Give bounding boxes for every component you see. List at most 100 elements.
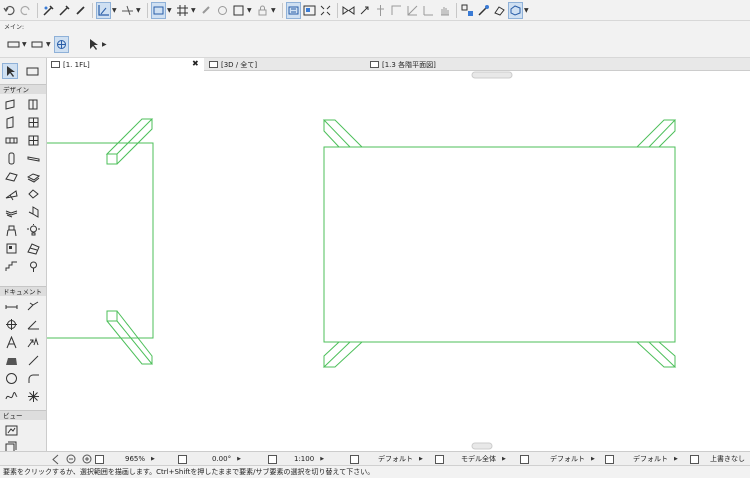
slab-icon[interactable] bbox=[30, 36, 45, 53]
pan-icon[interactable] bbox=[54, 35, 69, 53]
level-dimension-tool-icon[interactable] bbox=[25, 298, 41, 314]
chevron-down-icon[interactable]: ▼ bbox=[22, 41, 27, 48]
chevron-down-icon[interactable]: ▼ bbox=[112, 7, 117, 14]
roof-tool-icon[interactable] bbox=[3, 168, 19, 184]
dimension-tool-icon[interactable] bbox=[3, 298, 19, 314]
layer-settings-icon[interactable] bbox=[231, 2, 246, 19]
spline-tool-icon[interactable] bbox=[3, 388, 19, 404]
pen-set-control[interactable]: デフォルト ▶ bbox=[520, 452, 595, 466]
drawing-canvas[interactable] bbox=[47, 71, 750, 451]
drawing-window-icon[interactable] bbox=[302, 2, 317, 19]
chevron-down-icon[interactable]: ▼ bbox=[271, 7, 276, 14]
mirror-icon[interactable] bbox=[341, 2, 356, 19]
section-view[interactable]: ビュー bbox=[0, 410, 46, 420]
circle-tool-icon[interactable] bbox=[3, 370, 19, 386]
arrow-icon[interactable] bbox=[86, 36, 101, 53]
curtain-wall-tool-icon[interactable] bbox=[25, 114, 41, 130]
panel-tool-icon[interactable] bbox=[25, 132, 41, 148]
section-document[interactable]: ドキュメント bbox=[0, 286, 46, 296]
window-tool-icon[interactable] bbox=[3, 114, 19, 130]
chevron-down-icon[interactable]: ▼ bbox=[524, 7, 529, 14]
redo-icon[interactable] bbox=[18, 2, 33, 19]
suspend-groups-icon[interactable] bbox=[286, 1, 301, 19]
rotate-icon[interactable] bbox=[357, 2, 372, 19]
eyedropper-icon[interactable] bbox=[73, 2, 88, 19]
align-icon[interactable] bbox=[373, 2, 388, 19]
scroll-handle-bottom[interactable] bbox=[471, 442, 493, 450]
chevron-down-icon[interactable]: ▼ bbox=[167, 7, 172, 14]
split-icon[interactable] bbox=[460, 2, 475, 19]
zoom-icon bbox=[95, 454, 104, 464]
arrow-tool-icon[interactable] bbox=[2, 63, 18, 79]
object-tool-icon[interactable] bbox=[3, 222, 19, 238]
morph-tool-icon[interactable] bbox=[25, 186, 41, 202]
tab-floor-plan[interactable]: [1. 1FL] bbox=[47, 58, 204, 71]
fit-window-icon[interactable] bbox=[318, 2, 333, 19]
surface-painter-icon[interactable] bbox=[492, 2, 507, 19]
pick-up-parameters-icon[interactable] bbox=[41, 2, 56, 19]
undo-icon[interactable] bbox=[2, 2, 17, 19]
pen-icon bbox=[520, 454, 529, 464]
column-tool-icon[interactable] bbox=[3, 150, 19, 166]
slab-tool-icon[interactable] bbox=[25, 150, 41, 166]
marquee-tool-icon[interactable] bbox=[24, 63, 40, 79]
zone-tool-icon[interactable] bbox=[3, 240, 19, 256]
dimension-control[interactable]: デフォルト ▶ bbox=[605, 452, 678, 466]
mesh-tool-icon[interactable] bbox=[25, 240, 41, 256]
lamp-tool-icon[interactable] bbox=[25, 222, 41, 238]
adjust-icon[interactable] bbox=[421, 2, 436, 19]
close-icon[interactable]: ✖ bbox=[192, 59, 199, 68]
left-top-leg bbox=[105, 118, 154, 165]
chevron-down-icon[interactable]: ▼ bbox=[136, 7, 141, 14]
3d-view-icon[interactable] bbox=[508, 1, 523, 19]
door-tool-icon[interactable] bbox=[25, 96, 41, 112]
stair-run-tool-icon[interactable] bbox=[3, 258, 19, 274]
scale-icon bbox=[268, 454, 277, 464]
layer-combination-control[interactable]: デフォルト ▶ bbox=[350, 452, 423, 466]
gravity-icon[interactable] bbox=[151, 1, 166, 19]
trace-icon[interactable] bbox=[215, 2, 230, 19]
skylight-tool-icon[interactable] bbox=[3, 186, 19, 202]
inject-parameters-icon[interactable] bbox=[57, 2, 72, 19]
scale-control[interactable]: 1:100 ▶ bbox=[268, 452, 324, 466]
beam-tool-icon[interactable] bbox=[3, 132, 19, 148]
label-tool-icon[interactable] bbox=[25, 334, 41, 350]
snap-guides-icon[interactable] bbox=[120, 2, 135, 19]
guide-lines-icon[interactable] bbox=[96, 1, 111, 19]
tab-3d[interactable]: [3D / 全て] bbox=[205, 58, 365, 71]
tab-layout[interactable]: [1.3 各階平面図] bbox=[366, 58, 506, 71]
section-design[interactable]: デザイン bbox=[0, 84, 46, 94]
trim-icon[interactable] bbox=[389, 2, 404, 19]
text-tool-icon[interactable] bbox=[3, 334, 19, 350]
shell-tool-icon[interactable] bbox=[25, 168, 41, 184]
fill-tool-icon[interactable] bbox=[3, 352, 19, 368]
lock-icon[interactable] bbox=[255, 2, 270, 19]
chevron-right-icon[interactable]: ▶ bbox=[102, 41, 107, 48]
chevron-down-icon[interactable]: ▼ bbox=[46, 41, 51, 48]
angle-dimension-tool-icon[interactable] bbox=[25, 316, 41, 332]
explode-icon[interactable] bbox=[476, 2, 491, 19]
intersect-icon[interactable] bbox=[405, 2, 420, 19]
override-control[interactable]: 上書きなし bbox=[690, 452, 745, 466]
railing-tool-icon[interactable] bbox=[25, 204, 41, 220]
location-pin-tool-icon[interactable] bbox=[25, 258, 41, 274]
arc-polyline-tool-icon[interactable] bbox=[25, 370, 41, 386]
hand-icon[interactable] bbox=[437, 2, 452, 19]
stair-tool-icon[interactable] bbox=[3, 204, 19, 220]
scroll-handle-top[interactable] bbox=[471, 71, 513, 79]
model-view-control[interactable]: モデル全体 ▶ bbox=[435, 452, 506, 466]
floor-plan-icon bbox=[51, 61, 60, 68]
grid-snap-icon[interactable] bbox=[175, 2, 190, 19]
chevron-right-icon: ▶ bbox=[237, 456, 241, 462]
chevron-down-icon[interactable]: ▼ bbox=[191, 7, 196, 14]
zoom-control[interactable]: 965% ▶ bbox=[95, 452, 155, 466]
chevron-down-icon[interactable]: ▼ bbox=[247, 7, 252, 14]
radial-dimension-tool-icon[interactable] bbox=[3, 316, 19, 332]
camera-tool-icon[interactable] bbox=[3, 422, 19, 438]
hotspot-tool-icon[interactable] bbox=[25, 388, 41, 404]
angle-control[interactable]: 0.00° ▶ bbox=[178, 452, 241, 466]
wall-tool-icon[interactable] bbox=[3, 96, 19, 112]
wall-icon[interactable] bbox=[6, 36, 21, 53]
transparency-icon[interactable] bbox=[199, 2, 214, 19]
line-tool-icon[interactable] bbox=[25, 352, 41, 368]
